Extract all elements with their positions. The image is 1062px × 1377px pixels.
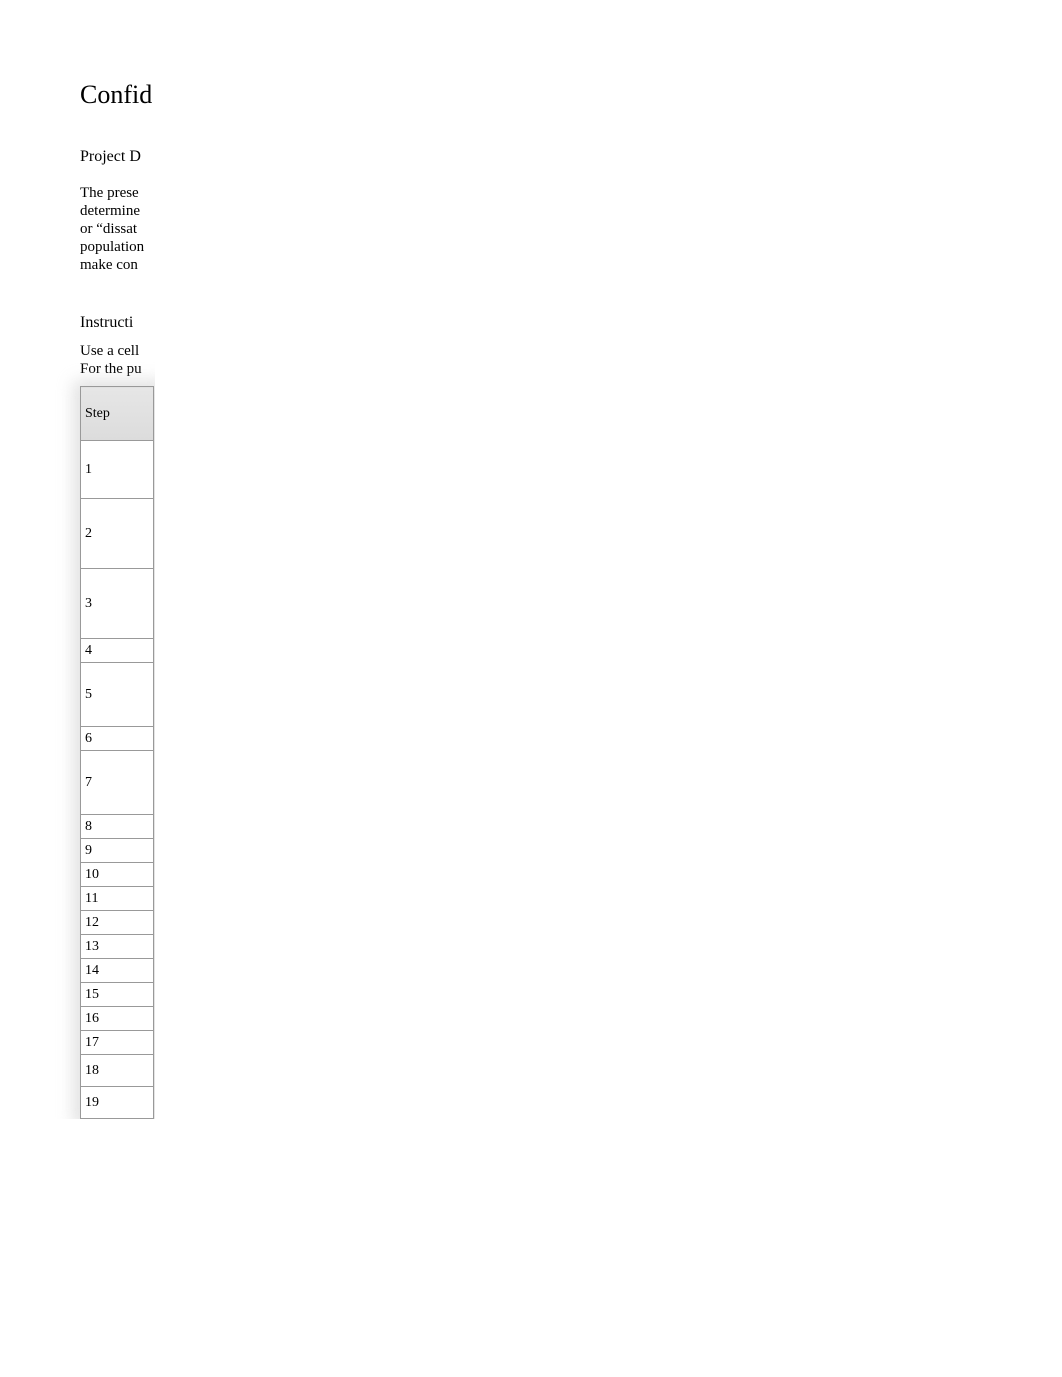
step-number-cell: 12 xyxy=(81,911,154,935)
paragraph-line: make con xyxy=(80,256,155,274)
step-number-cell: 17 xyxy=(81,1031,154,1055)
table-row: 18 xyxy=(81,1055,154,1087)
table-row: 16 xyxy=(81,1007,154,1031)
step-number-cell: 9 xyxy=(81,839,154,863)
table-row: 13 xyxy=(81,935,154,959)
paragraph-line: population xyxy=(80,238,155,256)
step-number-cell: 14 xyxy=(81,959,154,983)
table-row: 4 xyxy=(81,639,154,663)
description-paragraph: The prese determine or “dissat populatio… xyxy=(80,184,155,274)
step-number-cell: 19 xyxy=(81,1087,154,1119)
page-title: Confid xyxy=(80,80,155,110)
project-label: Project D xyxy=(80,148,155,166)
step-number-cell: 4 xyxy=(81,639,154,663)
note-line: For the pu xyxy=(80,360,155,378)
step-number-cell: 5 xyxy=(81,663,154,727)
table-row: 15 xyxy=(81,983,154,1007)
document-page: Confid Project D The prese determine or … xyxy=(0,0,155,1119)
table-row: 1 xyxy=(81,441,154,499)
paragraph-line: or “dissat xyxy=(80,220,155,238)
table-row: 2 xyxy=(81,499,154,569)
instructions-label: Instructi xyxy=(80,314,155,332)
table-row: 12 xyxy=(81,911,154,935)
steps-table: Step 12345678910111213141516171819 xyxy=(80,386,154,1119)
table-row: 9 xyxy=(81,839,154,863)
table-row: 3 xyxy=(81,569,154,639)
table-row: 10 xyxy=(81,863,154,887)
table-row: 8 xyxy=(81,815,154,839)
step-number-cell: 8 xyxy=(81,815,154,839)
table-row: 17 xyxy=(81,1031,154,1055)
note-line: Use a cell xyxy=(80,342,155,360)
paragraph-line: determine xyxy=(80,202,155,220)
step-number-cell: 3 xyxy=(81,569,154,639)
step-number-cell: 18 xyxy=(81,1055,154,1087)
instructions-note: Use a cell For the pu xyxy=(80,342,155,378)
step-number-cell: 7 xyxy=(81,751,154,815)
step-number-cell: 1 xyxy=(81,441,154,499)
step-number-cell: 10 xyxy=(81,863,154,887)
table-row: 7 xyxy=(81,751,154,815)
table-row: 19 xyxy=(81,1087,154,1119)
step-number-cell: 6 xyxy=(81,727,154,751)
step-number-cell: 15 xyxy=(81,983,154,1007)
column-header-step: Step xyxy=(81,387,154,441)
paragraph-line: The prese xyxy=(80,184,155,202)
step-number-cell: 16 xyxy=(81,1007,154,1031)
step-number-cell: 11 xyxy=(81,887,154,911)
table-header-row: Step xyxy=(81,387,154,441)
table-row: 14 xyxy=(81,959,154,983)
steps-table-wrap: Step 12345678910111213141516171819 xyxy=(80,386,155,1119)
table-row: 5 xyxy=(81,663,154,727)
table-row: 11 xyxy=(81,887,154,911)
step-number-cell: 13 xyxy=(81,935,154,959)
step-number-cell: 2 xyxy=(81,499,154,569)
table-row: 6 xyxy=(81,727,154,751)
